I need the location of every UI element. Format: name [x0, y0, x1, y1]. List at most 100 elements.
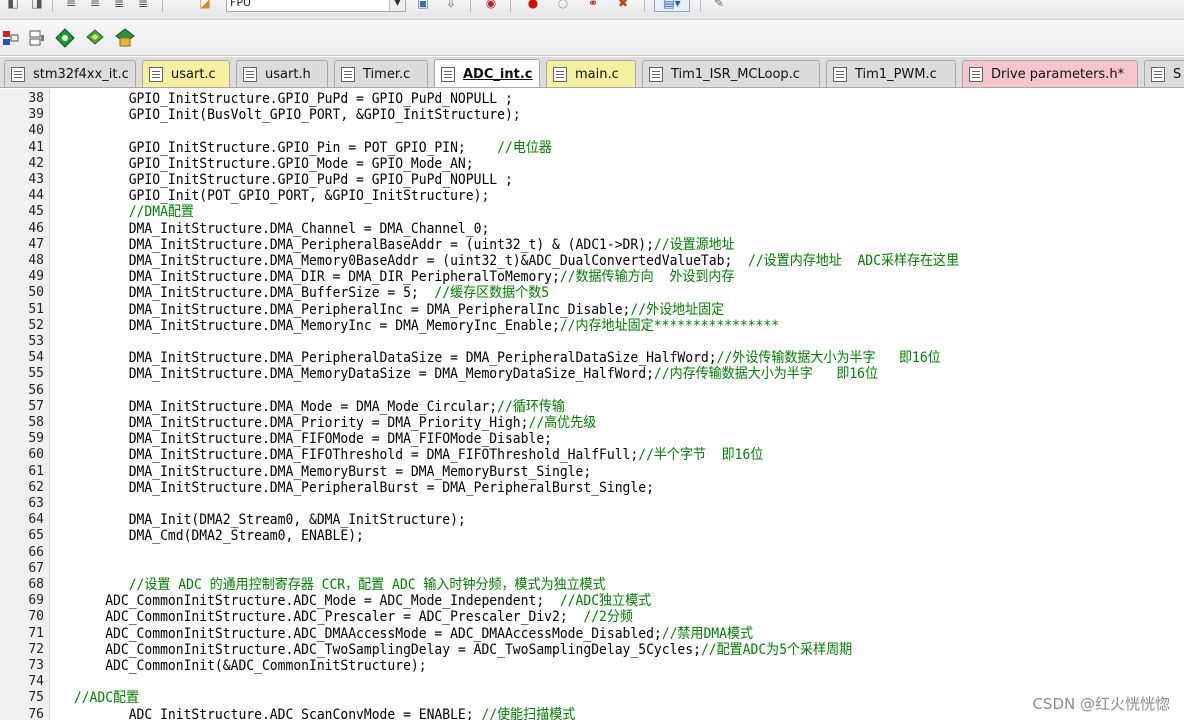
code-comment: //2分频 [583, 609, 633, 626]
code-line[interactable]: 39 GPIO_Init(BusVolt_GPIO_PORT, &GPIO_In… [0, 107, 1184, 123]
code-text: GPIO_InitStructure.GPIO_PuPd = GPIO_PuPd… [66, 91, 513, 107]
debug-icon[interactable]: ◉ [482, 0, 500, 12]
code-line[interactable]: 46 DMA_InitStructure.DMA_Channel = DMA_C… [0, 221, 1184, 237]
code-line[interactable]: 48 DMA_InitStructure.DMA_Memory0BaseAddr… [0, 253, 1184, 269]
options-icon[interactable]: ▣ [414, 0, 432, 12]
kill-breakpoints-icon[interactable]: ✖ [614, 0, 632, 12]
file-icon [1151, 66, 1165, 82]
code-statement [66, 577, 129, 593]
comment-icon[interactable]: ≣ [110, 0, 128, 12]
tab-stm32f4xx-it-c[interactable]: stm32f4xx_it.c [4, 60, 136, 87]
code-line[interactable]: 68 //设置 ADC 的通用控制寄存器 CCR，配置 ADC 输入时钟分频，模… [0, 577, 1184, 593]
tab-timer-c[interactable]: Timer.c [334, 60, 428, 87]
code-line[interactable]: 56 [0, 383, 1184, 399]
download-icon[interactable]: ⇩ [442, 0, 460, 12]
batch-rebuild-icon[interactable] [26, 28, 48, 48]
tab-s[interactable]: S [1144, 60, 1184, 87]
code-line[interactable]: 72 ADC_CommonInitStructure.ADC_TwoSampli… [0, 642, 1184, 658]
code-statement: GPIO_InitStructure.GPIO_PuPd = GPIO_PuPd… [66, 91, 513, 107]
code-line[interactable]: 76 ADC_InitStructure.ADC_ScanConvMode = … [0, 707, 1184, 720]
tab-label: S [1173, 66, 1182, 82]
tab-adc-int-c[interactable]: ADC_int.c [434, 59, 540, 87]
code-line[interactable]: 71 ADC_CommonInitStructure.ADC_DMAAccess… [0, 626, 1184, 642]
code-line[interactable]: 69 ADC_CommonInitStructure.ADC_Mode = AD… [0, 593, 1184, 609]
tab-usart-c[interactable]: usart.c [142, 60, 230, 87]
line-number: 70 [28, 609, 44, 625]
line-number: 68 [28, 577, 44, 592]
tab-tim1-pwm-c[interactable]: Tim1_PWM.c [826, 60, 956, 87]
code-comment: //半个字节 即16位 [638, 447, 764, 464]
code-text: GPIO_InitStructure.GPIO_Pin = POT_GPIO_P… [66, 140, 552, 156]
code-line[interactable]: 43 GPIO_InitStructure.GPIO_PuPd = GPIO_P… [0, 172, 1184, 188]
code-line[interactable]: 54 DMA_InitStructure.DMA_PeripheralDataS… [0, 350, 1184, 366]
code-line[interactable]: 74 [0, 674, 1184, 690]
code-line[interactable]: 51 DMA_InitStructure.DMA_PeripheralInc =… [0, 302, 1184, 318]
code-line[interactable]: 44 GPIO_Init(POT_GPIO_PORT, &GPIO_InitSt… [0, 188, 1184, 204]
code-statement: DMA_InitStructure.DMA_PeripheralDataSize… [66, 350, 717, 367]
code-statement: DMA_InitStructure.DMA_FIFOThreshold = DM… [66, 447, 639, 464]
code-comment: //高优先级 [528, 415, 597, 431]
batch-build-icon[interactable] [0, 28, 22, 48]
code-text: DMA_InitStructure.DMA_PeripheralDataSize… [66, 350, 941, 366]
uncomment-icon[interactable]: ≣ [134, 0, 152, 12]
code-line[interactable]: 62 DMA_InitStructure.DMA_PeripheralBurst… [0, 480, 1184, 496]
line-number: 71 [28, 625, 44, 641]
code-line[interactable]: 41 GPIO_InitStructure.GPIO_Pin = POT_GPI… [0, 140, 1184, 156]
code-comment: //设置源地址 [653, 236, 735, 253]
code-line[interactable]: 55 DMA_InitStructure.DMA_MemoryDataSize … [0, 366, 1184, 382]
green-diamond-icon[interactable] [54, 28, 76, 48]
code-line[interactable]: 53 [0, 334, 1184, 350]
back-icon[interactable]: ◧ [4, 0, 22, 12]
build-target-icon[interactable]: ◪ [196, 0, 214, 12]
line-number: 69 [28, 593, 44, 609]
code-line[interactable]: 66 [0, 545, 1184, 561]
code-line[interactable]: 64 DMA_Init(DMA2_Stream0, &DMA_InitStruc… [0, 512, 1184, 528]
code-line[interactable]: 58 DMA_InitStructure.DMA_Priority = DMA_… [0, 415, 1184, 431]
code-statement: DMA_Cmd(DMA2_Stream0, ENABLE); [66, 528, 364, 545]
code-comment: //配置ADC为5个采样周期 [700, 641, 853, 658]
code-line[interactable]: 65 DMA_Cmd(DMA2_Stream0, ENABLE); [0, 528, 1184, 544]
code-line[interactable]: 42 GPIO_InitStructure.GPIO_Mode = GPIO_M… [0, 156, 1184, 172]
code-statement: GPIO_InitStructure.GPIO_Mode = GPIO_Mode… [66, 155, 474, 172]
target-select[interactable]: FPU ▼ [226, 0, 406, 12]
code-line[interactable]: 50 DMA_InitStructure.DMA_BufferSize = 5;… [0, 285, 1184, 301]
code-line[interactable]: 63 [0, 496, 1184, 512]
code-line[interactable]: 52 DMA_InitStructure.DMA_MemoryInc = DMA… [0, 318, 1184, 334]
tab-tim1-isr-mcloop-c[interactable]: Tim1_ISR_MCLoop.c [642, 60, 820, 87]
code-line[interactable]: 70 ADC_CommonInitStructure.ADC_Prescaler… [0, 609, 1184, 625]
code-line[interactable]: 57 DMA_InitStructure.DMA_Mode = DMA_Mode… [0, 399, 1184, 415]
code-line[interactable]: 73 ADC_CommonInit(&ADC_CommonInitStructu… [0, 658, 1184, 674]
code-text: //设置 ADC 的通用控制寄存器 CCR，配置 ADC 输入时钟分频，模式为独… [66, 577, 606, 593]
tab-label: usart.c [171, 66, 216, 82]
tab-drive-parameters-h[interactable]: Drive parameters.h* [962, 60, 1138, 87]
code-line[interactable]: 67 [0, 561, 1184, 577]
code-line[interactable]: 75 //ADC配置 [0, 690, 1184, 706]
code-line[interactable]: 40 [0, 123, 1184, 139]
tab-main-c[interactable]: main.c [546, 60, 636, 87]
tab-usart-h[interactable]: usart.h [236, 60, 328, 87]
code-statement: DMA_InitStructure.DMA_FIFOMode = DMA_FIF… [66, 431, 553, 448]
code-line[interactable]: 61 DMA_InitStructure.DMA_MemoryBurst = D… [0, 464, 1184, 480]
window-layout-icon[interactable]: ▤▾ [654, 0, 690, 12]
wrench-icon[interactable]: ✎ [710, 0, 728, 12]
breakpoint-icon[interactable]: ● [524, 0, 542, 12]
outdent-icon[interactable]: ≡ [86, 0, 104, 12]
indent-icon[interactable]: ≡ [62, 0, 80, 12]
code-text: GPIO_Init(POT_GPIO_PORT, &GPIO_InitStruc… [66, 188, 490, 204]
code-line[interactable]: 47 DMA_InitStructure.DMA_PeripheralBaseA… [0, 237, 1184, 253]
code-line[interactable]: 49 DMA_InitStructure.DMA_DIR = DMA_DIR_P… [0, 269, 1184, 285]
forward-icon[interactable]: ◨ [28, 0, 46, 12]
code-editor[interactable]: 38 GPIO_InitStructure.GPIO_PuPd = GPIO_P… [0, 89, 1184, 720]
disable-breakpoint-icon[interactable]: ○ [554, 0, 572, 12]
breakpoints-icon[interactable]: ⚭ [584, 0, 602, 12]
select-components-icon[interactable] [84, 28, 106, 48]
manage-packs-icon[interactable] [114, 28, 136, 48]
code-line[interactable]: 38 GPIO_InitStructure.GPIO_PuPd = GPIO_P… [0, 91, 1184, 107]
chevron-down-icon[interactable]: ▼ [389, 0, 405, 11]
code-text: DMA_InitStructure.DMA_MemoryInc = DMA_Me… [66, 318, 779, 334]
code-line[interactable]: 59 DMA_InitStructure.DMA_FIFOMode = DMA_… [0, 431, 1184, 447]
code-line[interactable]: 60 DMA_InitStructure.DMA_FIFOThreshold =… [0, 447, 1184, 463]
line-number: 58 [28, 415, 44, 430]
line-number: 45 [28, 204, 44, 220]
code-line[interactable]: 45 //DMA配置 [0, 204, 1184, 220]
